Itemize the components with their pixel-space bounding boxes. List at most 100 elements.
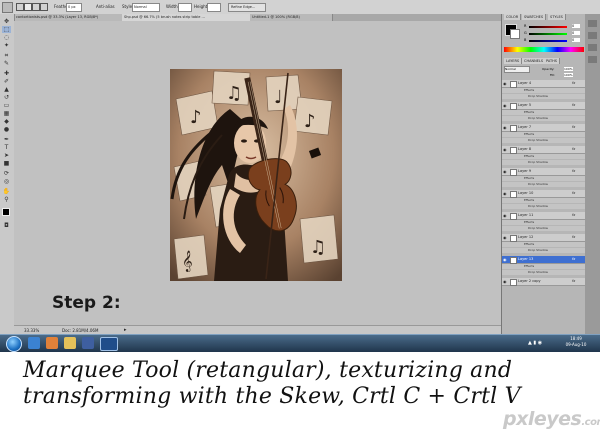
visibility-eye-icon[interactable]: ◉	[503, 124, 507, 131]
height-input[interactable]	[207, 3, 221, 12]
antialias-label[interactable]: Anti-alias	[96, 4, 115, 9]
layer-effects-row[interactable]: Effects	[502, 198, 586, 203]
visibility-eye-icon[interactable]: ◉	[503, 80, 507, 87]
layer-effects-icon[interactable]: fx	[572, 190, 575, 197]
hand-tool-icon[interactable]: ✋	[2, 188, 11, 195]
status-arrow-icon[interactable]: ▸	[124, 327, 127, 333]
start-button-icon[interactable]	[6, 336, 22, 352]
layer-effects-row[interactable]: Effects	[502, 242, 586, 247]
drop-shadow-row[interactable]: Drop Shadow	[502, 204, 586, 209]
zoom-tool-icon[interactable]: ⚲	[2, 196, 11, 203]
photoshop-taskbar-icon[interactable]	[100, 337, 118, 351]
layer-effects-icon[interactable]: fx	[572, 278, 575, 285]
blur-tool-icon[interactable]: ◆	[2, 118, 11, 125]
fill-value[interactable]: 100%	[564, 73, 573, 77]
shape-tool-icon[interactable]: ■	[2, 160, 11, 167]
new-selection-icon[interactable]	[16, 3, 24, 11]
layer-effects-icon[interactable]: fx	[572, 168, 575, 175]
color-ramp[interactable]	[504, 47, 584, 52]
layer-effects-row[interactable]: Effects	[502, 110, 586, 115]
tab-document-1[interactable]: contortionists.psd @ 33.3% (Layer 13, RG…	[14, 14, 125, 21]
healing-brush-tool-icon[interactable]: ✚	[2, 70, 11, 77]
color-background-swatch[interactable]	[510, 29, 520, 39]
tab-layers[interactable]: LAYERS	[504, 58, 523, 64]
intersect-selection-icon[interactable]	[40, 3, 48, 11]
quick-mask-icon[interactable]: ◘	[2, 222, 11, 229]
ie-icon[interactable]	[28, 337, 40, 349]
drop-shadow-row[interactable]: Drop Shadow	[502, 116, 586, 121]
visibility-eye-icon[interactable]: ◉	[503, 234, 507, 241]
panel-icon-3[interactable]	[588, 44, 597, 51]
drop-shadow-row[interactable]: Drop Shadow	[502, 94, 586, 99]
visibility-eye-icon[interactable]: ◉	[503, 212, 507, 219]
layer-effects-row[interactable]: Effects	[502, 176, 586, 181]
b-value[interactable]: 0	[572, 38, 580, 42]
width-input[interactable]	[178, 3, 192, 12]
3d-rotate-tool-icon[interactable]: ⟳	[2, 170, 11, 177]
eyedropper-tool-icon[interactable]: ✎	[2, 60, 11, 67]
layer-row[interactable]: ◉ Layer 8 fx	[502, 146, 586, 154]
layer-row[interactable]: ◉ Layer 4 fx	[502, 80, 586, 88]
refine-edge-button[interactable]: Refine Edge...	[228, 3, 266, 12]
layer-effects-icon[interactable]: fx	[572, 234, 575, 241]
3d-orbit-tool-icon[interactable]: ◎	[2, 178, 11, 185]
layer-row[interactable]: ◉ Layer 2 copy fx	[502, 278, 586, 286]
layer-effects-row[interactable]: Effects	[502, 220, 586, 225]
layer-effects-icon[interactable]: fx	[572, 146, 575, 153]
add-selection-icon[interactable]	[24, 3, 32, 11]
style-select[interactable]: Normal	[132, 3, 160, 12]
tab-paths[interactable]: PATHS	[544, 58, 561, 64]
type-tool-icon[interactable]: T	[2, 144, 11, 151]
brush-tool-icon[interactable]: ✐	[2, 78, 11, 85]
layer-row[interactable]: ◉ Layer 12 fx	[502, 234, 586, 242]
subtract-selection-icon[interactable]	[32, 3, 40, 11]
firefox-icon[interactable]	[46, 337, 58, 349]
move-tool-icon[interactable]: ✥	[2, 18, 11, 25]
visibility-eye-icon[interactable]: ◉	[503, 190, 507, 197]
visibility-eye-icon[interactable]: ◉	[503, 278, 507, 285]
rectangular-marquee-tool-icon[interactable]: ⬚	[2, 26, 11, 33]
layer-row[interactable]: ◉ Layer 5 fx	[502, 102, 586, 110]
layer-row[interactable]: ◉ Layer 11 fx	[502, 212, 586, 220]
marquee-preset-icon[interactable]	[2, 2, 13, 13]
crop-tool-icon[interactable]: ⌗	[2, 52, 11, 59]
layer-effects-row[interactable]: Effects	[502, 88, 586, 93]
layer-row[interactable]: ◉ Layer 9 fx	[502, 168, 586, 176]
drop-shadow-row[interactable]: Drop Shadow	[502, 160, 586, 165]
layer-effects-icon[interactable]: fx	[572, 212, 575, 219]
tab-document-2[interactable]: Shp.psd @ 66.7% (5 brush notes strip tab…	[122, 14, 253, 21]
gradient-tool-icon[interactable]: ▦	[2, 110, 11, 117]
layer-effects-row[interactable]: Effects	[502, 132, 586, 137]
feather-input[interactable]: 0 px	[66, 3, 82, 12]
layer-effects-row[interactable]: Effects	[502, 154, 586, 159]
clone-stamp-tool-icon[interactable]: ▲	[2, 86, 11, 93]
visibility-eye-icon[interactable]: ◉	[503, 256, 507, 263]
b-slider[interactable]	[529, 40, 567, 42]
magic-wand-tool-icon[interactable]: ✦	[2, 42, 11, 49]
layer-effects-icon[interactable]: fx	[572, 102, 575, 109]
panel-icon-2[interactable]	[588, 32, 597, 39]
layer-effects-icon[interactable]: fx	[572, 124, 575, 131]
visibility-eye-icon[interactable]: ◉	[503, 168, 507, 175]
blend-mode-select[interactable]: Normal	[504, 66, 530, 73]
dodge-tool-icon[interactable]: ●	[2, 126, 11, 133]
media-icon[interactable]	[82, 337, 94, 349]
layer-row[interactable]: ◉ Layer 13 fx	[502, 256, 586, 264]
g-value[interactable]: 0	[572, 31, 580, 35]
layer-effects-icon[interactable]: fx	[572, 256, 575, 263]
drop-shadow-row[interactable]: Drop Shadow	[502, 138, 586, 143]
r-value[interactable]: 0	[572, 24, 580, 28]
zoom-level[interactable]: 33.33%	[24, 328, 39, 333]
history-brush-tool-icon[interactable]: ↺	[2, 94, 11, 101]
tray-icons[interactable]: ▲ ▮ ◉	[528, 340, 542, 346]
g-slider[interactable]	[529, 33, 567, 35]
r-slider[interactable]	[529, 26, 567, 28]
layer-effects-row[interactable]: Effects	[502, 264, 586, 269]
layer-row[interactable]: ◉ Layer 10 fx	[502, 190, 586, 198]
drop-shadow-row[interactable]: Drop Shadow	[502, 270, 586, 275]
opacity-value[interactable]: 100%	[564, 67, 573, 71]
visibility-eye-icon[interactable]: ◉	[503, 146, 507, 153]
visibility-eye-icon[interactable]: ◉	[503, 102, 507, 109]
drop-shadow-row[interactable]: Drop Shadow	[502, 248, 586, 253]
panel-icon-1[interactable]	[588, 20, 597, 27]
